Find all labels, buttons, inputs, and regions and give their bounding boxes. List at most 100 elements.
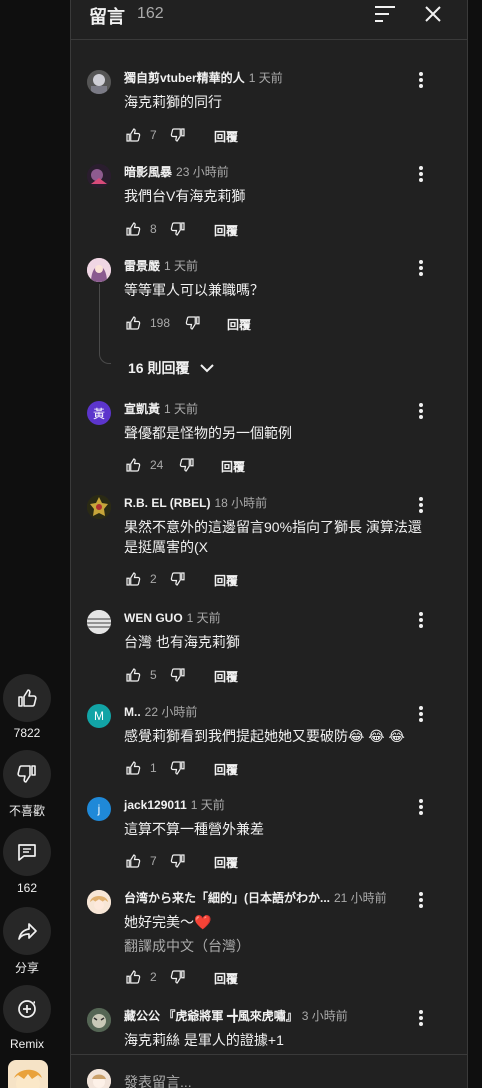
panel-header: 留言 162 (71, 0, 467, 40)
like-icon[interactable] (124, 220, 142, 238)
close-icon (425, 6, 441, 22)
add-comment-input[interactable]: 發表留言... (124, 1072, 192, 1088)
sort-button[interactable] (373, 2, 397, 26)
chevron-down-icon (200, 364, 215, 373)
thumbs-up-icon (18, 689, 37, 707)
avatar[interactable] (87, 890, 111, 914)
comment-time[interactable]: 1 天前 (187, 611, 221, 625)
comment-author[interactable]: WEN GUO (124, 611, 183, 625)
like-count: 7822 (13, 726, 41, 740)
like-button[interactable] (3, 674, 51, 722)
comment-time[interactable]: 22 小時前 (145, 705, 198, 719)
avatar[interactable]: M (87, 704, 111, 728)
dislike-icon[interactable] (169, 759, 187, 777)
like-icon[interactable] (124, 314, 142, 332)
reply-button[interactable]: 回覆 (214, 222, 238, 239)
comments-panel: 留言 162 1 5 回覆 獨自剪vtuber精華的人 1 天前 海克莉獅的同行 (70, 0, 468, 1088)
more-options-button[interactable] (419, 612, 423, 628)
reply-button[interactable]: 回覆 (214, 854, 238, 871)
remix-button[interactable] (3, 985, 51, 1033)
dislike-icon[interactable] (169, 570, 187, 588)
comment-author[interactable]: 獨自剪vtuber精華的人 (124, 71, 245, 85)
like-count: 2 (150, 970, 157, 984)
comment-author[interactable]: M.. (124, 705, 141, 719)
comments-button[interactable] (3, 828, 51, 876)
more-options-button[interactable] (419, 497, 423, 513)
more-options-button[interactable] (419, 1010, 423, 1026)
more-options-button[interactable] (419, 260, 423, 276)
more-options-button[interactable] (419, 403, 423, 419)
reply-button[interactable]: 回覆 (214, 668, 238, 685)
like-icon[interactable] (124, 852, 142, 870)
reply-button[interactable]: 回覆 (218, 40, 242, 42)
like-count: 7 (150, 128, 157, 142)
avatar[interactable] (87, 70, 111, 94)
close-button[interactable] (421, 2, 445, 26)
like-icon[interactable] (124, 968, 142, 986)
comment-time[interactable]: 21 小時前 (334, 891, 387, 905)
comment-time[interactable]: 1 天前 (164, 259, 198, 273)
comment-author[interactable]: 藏公公 『虎爺將軍╺╋風來虎嘯』 (124, 1009, 298, 1023)
more-options-button[interactable] (419, 166, 423, 182)
current-user-avatar (87, 1069, 111, 1088)
comment-time[interactable]: 23 小時前 (176, 165, 229, 179)
avatar[interactable] (87, 495, 111, 519)
comment-author[interactable]: jack129011 (124, 798, 187, 812)
comment-author[interactable]: R.B. EL (RBEL) (124, 496, 210, 510)
share-button[interactable] (3, 907, 51, 955)
audio-thumbnail[interactable] (8, 1060, 48, 1088)
dislike-icon[interactable] (169, 968, 187, 986)
reply-button[interactable]: 回覆 (214, 128, 238, 145)
like-count: 24 (150, 458, 164, 472)
dislike-icon[interactable] (169, 666, 187, 684)
comment-author[interactable]: 暗影風暴 (124, 165, 172, 179)
avatar[interactable] (87, 258, 111, 282)
dislike-icon[interactable] (169, 852, 187, 870)
comment-text: 聲優都是怪物的另一個範例 (124, 425, 292, 441)
comment-time[interactable]: 1 天前 (249, 71, 283, 85)
dislike-icon[interactable] (169, 126, 187, 144)
comment-time[interactable]: 1 天前 (164, 402, 198, 416)
like-icon[interactable] (124, 126, 142, 144)
comment-time[interactable]: 1 天前 (191, 798, 225, 812)
like-count: 2 (150, 572, 157, 586)
avatar[interactable]: 黃 (87, 401, 111, 425)
show-replies-button[interactable]: 16 則回覆 (128, 358, 215, 378)
more-options-button[interactable] (419, 799, 423, 815)
more-options-button[interactable] (419, 892, 423, 908)
reply-button[interactable]: 回覆 (214, 761, 238, 778)
like-icon[interactable] (124, 456, 142, 474)
comment-text: 我們台V有海克莉獅 (124, 188, 246, 204)
like-icon[interactable] (124, 570, 142, 588)
comment-author[interactable]: 雷景嚴 (124, 259, 160, 273)
reply-button[interactable]: 回覆 (221, 458, 245, 475)
thumbs-down-icon (17, 765, 36, 783)
like-icon[interactable] (124, 759, 142, 777)
dislike-icon[interactable] (169, 220, 187, 238)
dislike-icon[interactable] (178, 456, 196, 474)
more-options-button[interactable] (419, 706, 423, 722)
like-count: 5 (150, 668, 157, 682)
avatar[interactable] (87, 610, 111, 634)
comment-time[interactable]: 18 小時前 (214, 496, 267, 510)
translate-link[interactable]: 翻譯成中文（台灣） (124, 936, 250, 956)
comment-text: 台灣 也有海克莉獅 (124, 634, 240, 650)
dislike-button[interactable] (3, 750, 51, 798)
avatar[interactable] (87, 164, 111, 188)
dislike-label: 不喜歡 (8, 804, 45, 818)
comment-author[interactable]: 台湾から来た「細的」(日本語がわか... (124, 891, 330, 905)
more-options-button[interactable] (419, 72, 423, 88)
comment-time[interactable]: 3 小時前 (302, 1009, 348, 1023)
remix-label: Remix (9, 1037, 44, 1051)
comment-text: 果然不意外的這邊留言90%指向了獅長 演算法還是挺厲害的(X (124, 519, 422, 555)
avatar[interactable] (87, 1008, 111, 1032)
dislike-icon[interactable] (184, 314, 202, 332)
reply-button[interactable]: 回覆 (214, 970, 238, 987)
avatar[interactable]: j (87, 797, 111, 821)
like-icon[interactable] (124, 666, 142, 684)
comment-text: 她好完美～❤️ (124, 914, 212, 930)
comment-text: 海克莉獅的同行 (124, 94, 222, 110)
reply-button[interactable]: 回覆 (214, 572, 238, 589)
reply-button[interactable]: 回覆 (227, 316, 251, 333)
comment-author[interactable]: 宣凱黃 (124, 402, 160, 416)
